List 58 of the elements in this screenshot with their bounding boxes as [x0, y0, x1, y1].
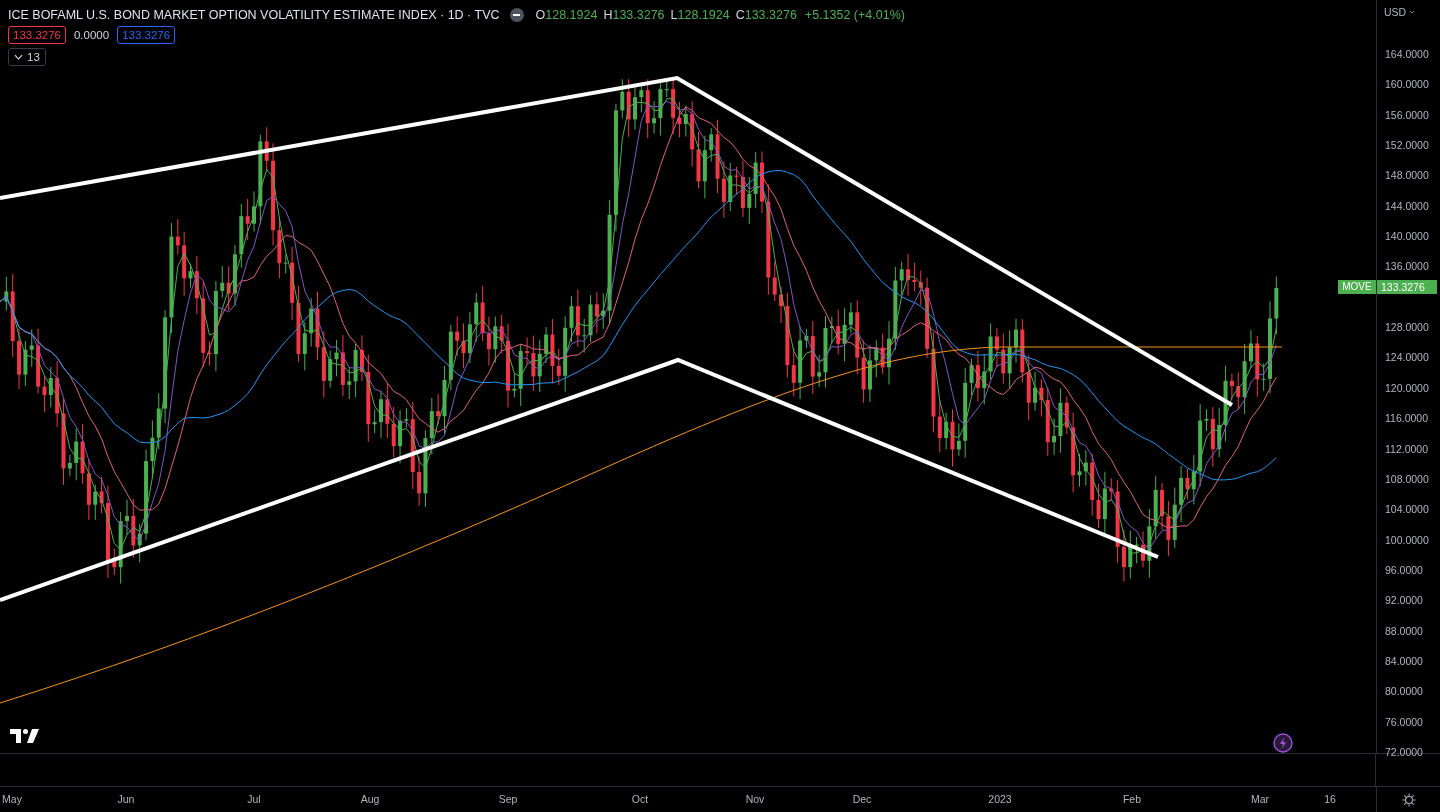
ohlc-value: 133.3276	[744, 8, 797, 22]
time-tick-label: Jun	[117, 793, 135, 805]
price-tick-label: 156.0000	[1385, 108, 1429, 121]
price-tick-label: 104.0000	[1385, 503, 1429, 516]
price-tick-label: 136.0000	[1385, 260, 1429, 273]
price-tick-label: 140.0000	[1385, 230, 1429, 243]
price-tick-label: 152.0000	[1385, 139, 1429, 152]
price-tick-label: 116.0000	[1385, 412, 1428, 425]
indicators-toggle[interactable]: 13	[8, 48, 46, 66]
hide-button[interactable]	[509, 8, 524, 22]
price-tick-label: 72.0000	[1385, 746, 1423, 758]
time-tick-label: Aug	[360, 793, 380, 805]
price-tick-label: 88.0000	[1385, 624, 1423, 637]
price-tick-label: 112.0000	[1385, 442, 1428, 455]
price-tick-label: 80.0000	[1385, 685, 1423, 698]
price-tick-label: 100.0000	[1385, 533, 1429, 546]
price-tick-label: 76.0000	[1385, 715, 1423, 728]
ohlc-label: L	[670, 8, 678, 22]
price-tick-label: 92.0000	[1385, 594, 1423, 607]
time-tick-label: Dec	[852, 793, 872, 805]
price-tick-label: 128.0000	[1385, 321, 1429, 334]
time-tick-label: May	[2, 793, 22, 805]
price-tick-label: 148.0000	[1385, 169, 1429, 182]
indicator-value: 0.0000	[72, 28, 111, 43]
indicator-value: 133.3276	[117, 26, 176, 44]
price-tick-label: 164.0000	[1385, 48, 1429, 60]
chart-title: ICE BOFAML U.S. BOND MARKET OPTION VOLATILITY ESTIMATE INDEX · 1D · TVC	[8, 8, 500, 22]
time-tick-label: 16	[1324, 793, 1336, 805]
caret-icon	[1409, 10, 1416, 14]
time-tick-label: Jul	[247, 793, 261, 805]
logo-icon	[10, 729, 40, 743]
settings-icon[interactable]	[1401, 792, 1416, 807]
ohlc-label: H	[603, 8, 613, 22]
time-tick-label: Feb	[1122, 793, 1142, 805]
time-tick-label: Mar	[1250, 793, 1270, 805]
price-change: +5.1352 (+4.01%)	[804, 8, 905, 22]
price-tick-label: 108.0000	[1385, 472, 1429, 485]
ohlc-value: 128.1924	[545, 8, 598, 22]
price-tick-label: 120.0000	[1385, 381, 1429, 394]
ohlc-label: C	[735, 8, 745, 22]
lightning-icon[interactable]	[1273, 733, 1293, 753]
price-tick-label: 96.0000	[1385, 563, 1423, 576]
symbol-tag: MOVE	[1338, 280, 1376, 294]
price-tick-label: 144.0000	[1385, 199, 1429, 212]
ohlc-value: 133.3276	[612, 8, 665, 22]
price-tick-label: 124.0000	[1385, 351, 1429, 364]
ohlc-label: O	[535, 8, 546, 22]
indicator-value: 133.3276	[8, 26, 66, 44]
price-tick-label: 84.0000	[1385, 654, 1423, 667]
caret-icon	[14, 54, 23, 60]
ohlc-value: 128.1924	[677, 8, 730, 22]
time-tick-label: 2023	[988, 793, 1012, 805]
time-tick-label: Sep	[498, 793, 518, 805]
currency-dropdown[interactable]: USD	[1384, 6, 1416, 18]
time-tick-label: Oct	[631, 793, 649, 805]
last-price-label: 133.3276	[1377, 280, 1437, 294]
price-tick-label: 160.0000	[1385, 78, 1429, 91]
time-tick-label: Nov	[745, 793, 765, 805]
